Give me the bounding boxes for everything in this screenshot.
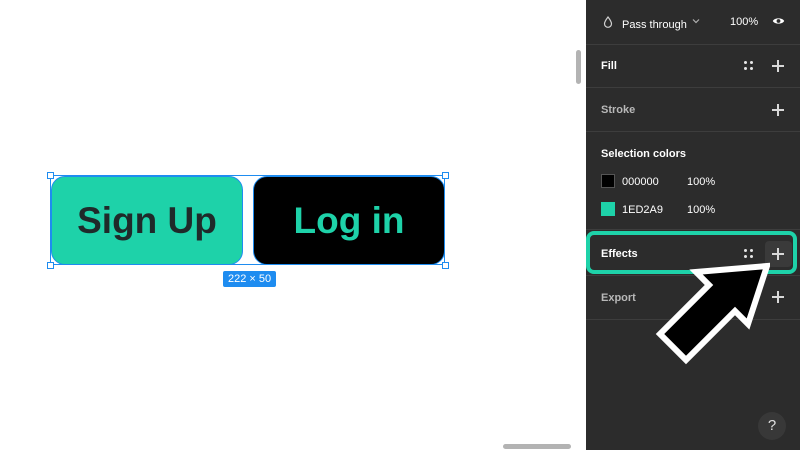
chevron-down-icon [692, 19, 700, 24]
eye-icon[interactable] [772, 16, 785, 26]
export-section-title: Export [601, 292, 636, 304]
blend-mode-select[interactable]: Pass through [622, 15, 700, 31]
properties-panel: Pass through 100% Fill Stroke Selection … [586, 0, 800, 450]
selection-color-row[interactable]: 000000 100% [586, 170, 800, 192]
style-dots-icon[interactable] [744, 61, 754, 71]
drop-icon [603, 16, 613, 28]
cursor-arrow-icon [655, 262, 770, 365]
divider [586, 87, 800, 88]
horizontal-scrollbar[interactable] [503, 444, 571, 449]
add-fill-plus-icon[interactable] [771, 59, 785, 73]
resize-handle-top-left[interactable] [47, 172, 54, 179]
add-export-plus-icon[interactable] [771, 290, 785, 304]
resize-handle-bottom-right[interactable] [442, 262, 449, 269]
color-opacity: 100% [687, 176, 716, 188]
divider [586, 229, 800, 230]
color-opacity: 100% [687, 204, 716, 216]
layer-opacity[interactable]: 100% [730, 16, 758, 28]
blend-mode-value: Pass through [622, 19, 687, 31]
design-canvas[interactable]: Sign Up Log in 222 × 50 [0, 0, 586, 450]
stroke-section-title: Stroke [601, 104, 636, 116]
color-swatch[interactable] [601, 202, 615, 216]
help-button[interactable]: ? [758, 412, 786, 440]
vertical-scrollbar[interactable] [576, 50, 581, 84]
selection-color-row[interactable]: 1ED2A9 100% [586, 198, 800, 220]
fill-section-title: Fill [601, 60, 617, 72]
resize-handle-top-right[interactable] [442, 172, 449, 179]
color-hex: 1ED2A9 [622, 204, 663, 216]
color-swatch[interactable] [601, 174, 615, 188]
log-in-button[interactable]: Log in [253, 176, 445, 265]
dimensions-badge: 222 × 50 [223, 271, 277, 287]
sign-up-button[interactable]: Sign Up [51, 176, 243, 265]
divider [586, 44, 800, 45]
color-hex: 000000 [622, 176, 659, 188]
add-stroke-plus-icon[interactable] [771, 103, 785, 117]
selection-colors-title: Selection colors [601, 148, 686, 160]
divider [586, 131, 800, 132]
resize-handle-bottom-left[interactable] [47, 262, 54, 269]
